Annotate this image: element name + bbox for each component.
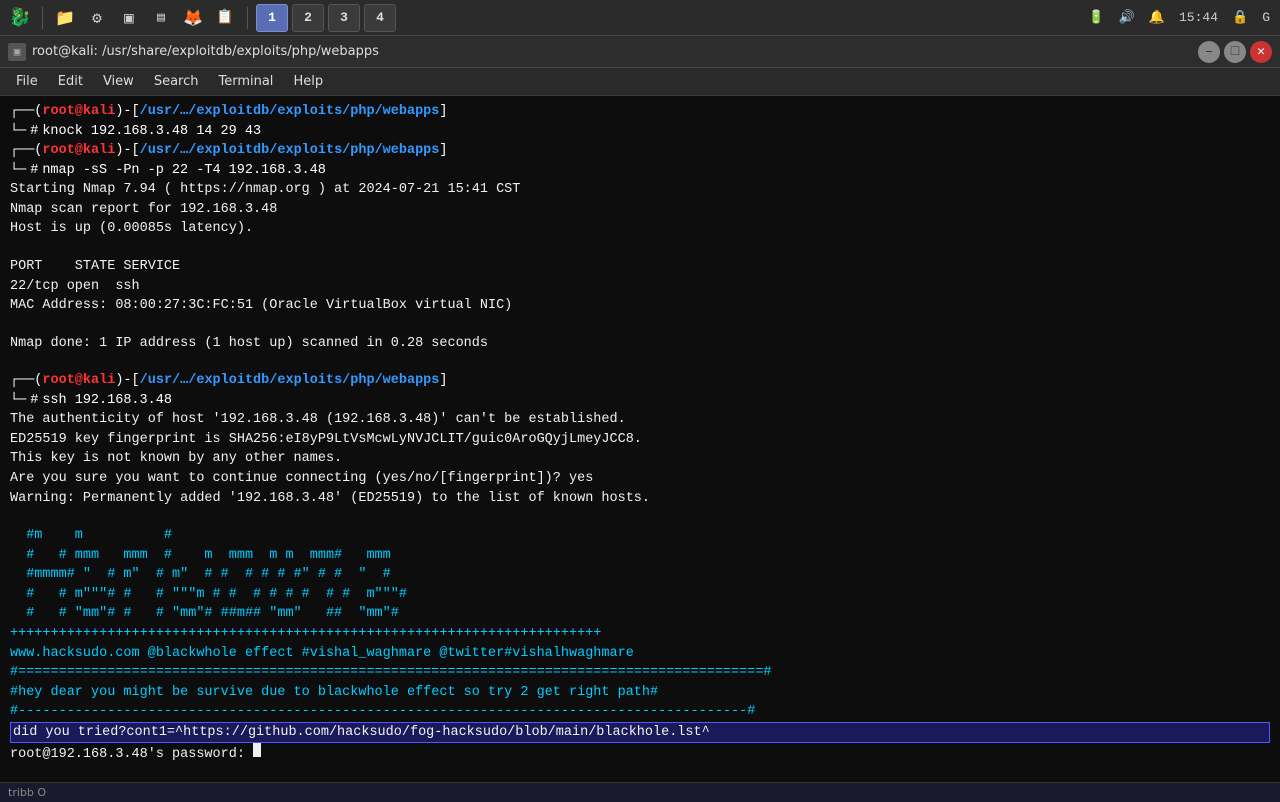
taskbar: 🐉 📁 ⚙ ▣ ▤ 🦊 📋 1 2 3 4 🔋 🔊 🔔 15:44 🔒 G <box>0 0 1280 36</box>
msg-line: #hey dear you might be survive due to bl… <box>10 683 1270 703</box>
port-header: PORT STATE SERVICE <box>10 257 1270 277</box>
menu-view[interactable]: View <box>93 72 144 91</box>
prompt-line-1: ┌──(root@kali)-[/usr/…/exploitdb/exploit… <box>10 102 1270 122</box>
password-prompt-text: root@192.168.3.48's password: <box>10 745 253 765</box>
terminal-icon[interactable]: ▣ <box>115 4 143 32</box>
menu-edit[interactable]: Edit <box>48 72 93 91</box>
ssh-continue: Are you sure you want to continue connec… <box>10 469 1270 489</box>
ssh-unknown: This key is not known by any other names… <box>10 449 1270 469</box>
menu-file[interactable]: File <box>6 72 48 91</box>
workspace-3[interactable]: 3 <box>328 4 360 32</box>
lock-icon: 🔒 <box>1228 10 1252 25</box>
cmd-line-2: └─# nmap -sS -Pn -p 22 -T4 192.168.3.48 <box>10 161 1270 181</box>
menu-help[interactable]: Help <box>283 72 333 91</box>
clock: 15:44 <box>1175 10 1222 25</box>
app-icon[interactable]: 📋 <box>211 4 239 32</box>
site-line: www.hacksudo.com @blackwhole effect #vis… <box>10 644 1270 664</box>
nmap-output-1: Starting Nmap 7.94 ( https://nmap.org ) … <box>10 180 1270 200</box>
port-22: 22/tcp open ssh <box>10 277 1270 297</box>
status-text: tribb O <box>8 786 46 799</box>
battery-icon: 🔋 <box>1084 10 1108 25</box>
nmap-done: Nmap done: 1 IP address (1 host up) scan… <box>10 334 1270 354</box>
minimize-button[interactable]: – <box>1198 41 1220 63</box>
hash-divider-1: #=======================================… <box>10 663 1270 683</box>
window-controls: – □ ✕ <box>1198 41 1272 63</box>
terminal2-icon[interactable]: ▤ <box>147 4 175 32</box>
ssh-auth-1: The authenticity of host '192.168.3.48 (… <box>10 410 1270 430</box>
prompt-line-2: ┌──(root@kali)-[/usr/…/exploitdb/exploit… <box>10 141 1270 161</box>
ascii-banner: #m m # # # mmm mmm # m mmm m m mmm# mmm … <box>10 526 1270 624</box>
terminal-window: ▣ root@kali: /usr/share/exploitdb/exploi… <box>0 36 1280 802</box>
title-bar: ▣ root@kali: /usr/share/exploitdb/exploi… <box>0 36 1280 68</box>
ascii-divider: ++++++++++++++++++++++++++++++++++++++++… <box>10 624 1270 644</box>
empty-1 <box>10 239 1270 257</box>
window-title: root@kali: /usr/share/exploitdb/exploits… <box>32 44 379 59</box>
ssh-added: Warning: Permanently added '192.168.3.48… <box>10 489 1270 509</box>
nmap-output-2: Nmap scan report for 192.168.3.48 <box>10 200 1270 220</box>
close-button[interactable]: ✕ <box>1250 41 1272 63</box>
account-icon: G <box>1258 10 1274 25</box>
maximize-button[interactable]: □ <box>1224 41 1246 63</box>
status-bar: tribb O <box>0 782 1280 802</box>
workspace-4[interactable]: 4 <box>364 4 396 32</box>
title-bar-left: ▣ root@kali: /usr/share/exploitdb/exploi… <box>8 43 379 61</box>
taskbar-sep-1 <box>42 7 43 29</box>
file-manager-icon[interactable]: 📁 <box>51 4 79 32</box>
hash-divider-2: #---------------------------------------… <box>10 702 1270 722</box>
kali-menu-icon[interactable]: 🐉 <box>6 4 34 32</box>
menu-bar: File Edit View Search Terminal Help <box>0 68 1280 96</box>
sound-icon: 🔊 <box>1115 10 1139 25</box>
empty-4 <box>10 508 1270 526</box>
cmd-line-1: └─# knock 192.168.3.48 14 29 43 <box>10 122 1270 142</box>
cursor <box>253 743 261 757</box>
menu-terminal[interactable]: Terminal <box>208 72 283 91</box>
empty-2 <box>10 316 1270 334</box>
nmap-output-3: Host is up (0.00085s latency). <box>10 219 1270 239</box>
mac-addr: MAC Address: 08:00:27:3C:FC:51 (Oracle V… <box>10 296 1270 316</box>
ssh-fingerprint: ED25519 key fingerprint is SHA256:eI8yP9… <box>10 430 1270 450</box>
settings-icon[interactable]: ⚙ <box>83 4 111 32</box>
cmd-line-3: └─# ssh 192.168.3.48 <box>10 391 1270 411</box>
terminal-title-icon: ▣ <box>8 43 26 61</box>
workspace-2[interactable]: 2 <box>292 4 324 32</box>
empty-3 <box>10 353 1270 371</box>
notif-icon: 🔔 <box>1145 10 1169 25</box>
taskbar-right: 🔋 🔊 🔔 15:44 🔒 G <box>1084 10 1274 25</box>
password-line: root@192.168.3.48's password: <box>10 743 1270 765</box>
menu-search[interactable]: Search <box>144 72 209 91</box>
prompt-line-3: ┌──(root@kali)-[/usr/…/exploitdb/exploit… <box>10 371 1270 391</box>
taskbar-sep-2 <box>247 7 248 29</box>
firefox-icon[interactable]: 🦊 <box>179 4 207 32</box>
workspace-1[interactable]: 1 <box>256 4 288 32</box>
terminal-content[interactable]: ┌──(root@kali)-[/usr/…/exploitdb/exploit… <box>0 96 1280 782</box>
url-line: did you tried?cont1=^https://github.com/… <box>10 722 1270 744</box>
